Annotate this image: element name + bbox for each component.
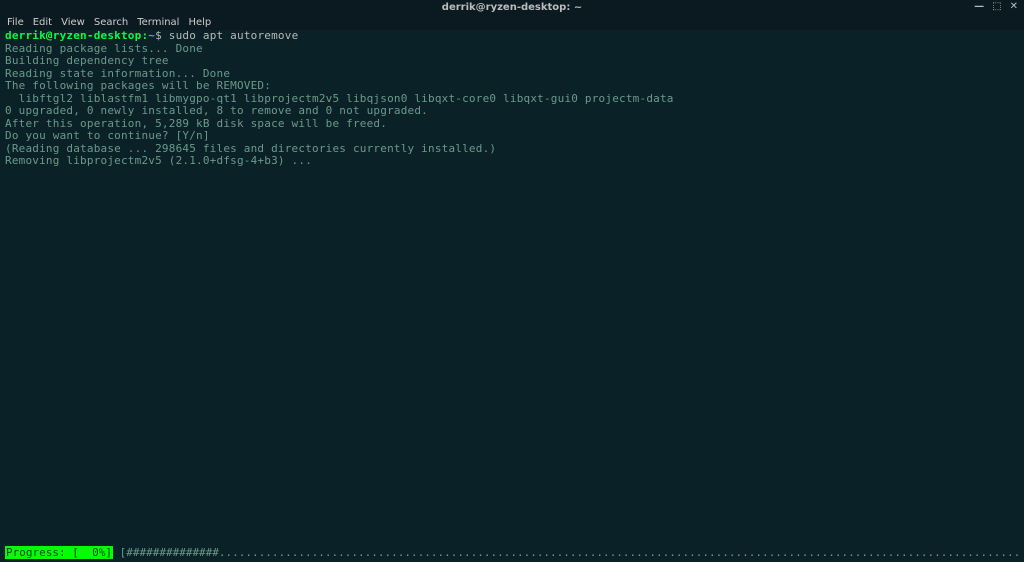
window-titlebar: derrik@ryzen-desktop: ~ — ⬚ ✕ xyxy=(0,0,1024,14)
menu-search[interactable]: Search xyxy=(94,17,128,28)
output-line: Removing libprojectm2v5 (2.1.0+dfsg-4+b3… xyxy=(5,154,312,167)
progress-bar: [##############.........................… xyxy=(113,546,1019,559)
output-line: (Reading database ... 298645 files and d… xyxy=(5,142,496,155)
prompt-userhost: derrik@ryzen-desktop: xyxy=(5,29,148,42)
window-title: derrik@ryzen-desktop: ~ xyxy=(442,2,582,13)
prompt-sigil: $ xyxy=(155,29,162,42)
menu-view[interactable]: View xyxy=(61,17,85,28)
window-controls: — ⬚ ✕ xyxy=(974,0,1018,14)
menu-terminal[interactable]: Terminal xyxy=(137,17,179,28)
progress-percent-label: Progress: [ 0%] xyxy=(5,546,113,559)
output-line: Do you want to continue? [Y/n] xyxy=(5,129,210,142)
output-line: Building dependency tree xyxy=(5,54,169,67)
menu-file[interactable]: File xyxy=(7,17,24,28)
maximize-icon[interactable]: ⬚ xyxy=(992,0,1001,14)
close-icon[interactable]: ✕ xyxy=(1010,0,1018,14)
output-line: The following packages will be REMOVED: xyxy=(5,79,271,92)
output-line: After this operation, 5,289 kB disk spac… xyxy=(5,117,387,130)
output-line: Reading package lists... Done xyxy=(5,42,203,55)
terminal-output-area[interactable]: derrik@ryzen-desktop:~$ sudo apt autorem… xyxy=(0,30,1024,562)
minimize-icon[interactable]: — xyxy=(974,0,984,14)
menu-help[interactable]: Help xyxy=(188,17,211,28)
progress-status-line: Progress: [ 0%] [##############.........… xyxy=(0,546,1024,558)
menubar: File Edit View Search Terminal Help xyxy=(0,14,1024,30)
command-text: sudo apt autoremove xyxy=(169,29,299,42)
output-line: 0 upgraded, 0 newly installed, 8 to remo… xyxy=(5,104,428,117)
output-line: libftgl2 liblastfm1 libmygpo-qt1 libproj… xyxy=(5,92,674,105)
output-line: Reading state information... Done xyxy=(5,67,230,80)
menu-edit[interactable]: Edit xyxy=(33,17,52,28)
